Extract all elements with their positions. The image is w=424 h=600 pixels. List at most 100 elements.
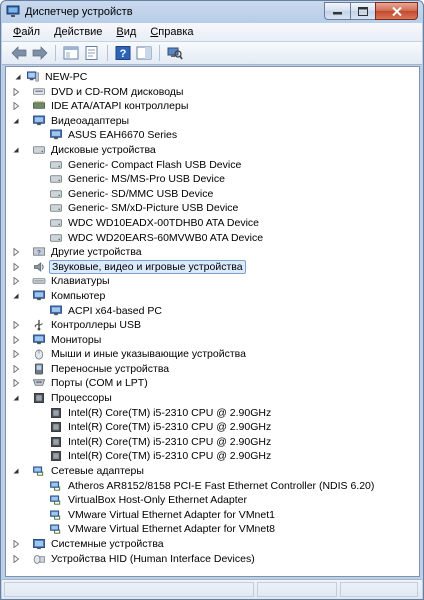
expand-arrow-icon[interactable] <box>12 364 20 373</box>
category-node[interactable]: Сетевые адаптеры <box>6 464 419 479</box>
disk-icon <box>50 190 62 198</box>
category-node[interactable]: IDE ATA/ATAPI контроллеры <box>6 99 419 114</box>
category-node[interactable]: NEW-PC <box>6 70 419 85</box>
tree-node-label: Generic- SM/xD-Picture USB Device <box>68 202 239 215</box>
category-node[interactable]: Звуковые, видео и игровые устройства <box>6 259 419 275</box>
menu-file[interactable]: Файл <box>6 23 47 42</box>
category-node[interactable]: Мыши и иные указывающие устройства <box>6 347 419 362</box>
category-node[interactable]: Видеоадаптеры <box>6 114 419 129</box>
expand-arrow-icon[interactable] <box>12 87 20 96</box>
collapse-arrow-icon[interactable] <box>12 117 20 125</box>
device-node[interactable]: ASUS EAH6670 Series <box>6 128 419 143</box>
category-node[interactable]: Системные устройства <box>6 537 419 552</box>
maximize-button[interactable] <box>350 2 375 20</box>
tree-node-label: Generic- MS/MS-Pro USB Device <box>68 173 225 186</box>
device-node[interactable]: Generic- Compact Flash USB Device <box>6 158 419 173</box>
menu-action[interactable]: Действие <box>47 23 109 42</box>
collapse-arrow-icon[interactable] <box>12 394 20 402</box>
expand-arrow-icon[interactable] <box>12 379 20 388</box>
cpu-icon <box>51 436 61 447</box>
device-tree-panel[interactable]: NEW-PC DVD и CD-ROM дисководы IDE ATA/ATAP… <box>5 66 420 577</box>
device-node[interactable]: WDC WD10EADX-00TDHB0 ATA Device <box>6 216 419 231</box>
menu-view-label: ид <box>123 25 137 38</box>
tree-node-label: ACPI x64-based PC <box>68 304 162 317</box>
category-node[interactable]: ? Другие устройства <box>6 245 419 260</box>
network-icon <box>50 495 61 505</box>
toolbar: ? <box>2 42 422 65</box>
device-node[interactable]: Atheros AR8152/8158 PCI-E Fast Ethernet … <box>6 479 419 494</box>
menu-help[interactable]: Справка <box>143 23 200 42</box>
category-node[interactable]: Порты (COM и LPT) <box>6 376 419 391</box>
expand-arrow-icon[interactable] <box>12 321 20 330</box>
expand-arrow-icon[interactable] <box>12 102 20 111</box>
expand-arrow-icon[interactable] <box>12 248 20 257</box>
category-node[interactable]: Клавиатуры <box>6 274 419 289</box>
collapse-arrow-icon[interactable] <box>12 292 20 300</box>
show-hide-button[interactable] <box>134 44 154 62</box>
category-node[interactable]: Дисковые устройства <box>6 143 419 158</box>
cdrom-icon <box>33 87 45 95</box>
collapse-arrow-icon[interactable] <box>14 73 22 81</box>
back-icon <box>11 46 27 60</box>
svg-text:?: ? <box>37 249 41 256</box>
maximize-icon <box>358 6 368 16</box>
device-node[interactable]: Intel(R) Core(TM) i5-2310 CPU @ 2.90GHz <box>6 420 419 435</box>
device-node[interactable]: Generic- MS/MS-Pro USB Device <box>6 172 419 187</box>
tree-node-label: VMware Virtual Ethernet Adapter for VMne… <box>68 523 275 536</box>
scan-hardware-button[interactable] <box>165 44 185 62</box>
monitor-icon <box>33 290 45 301</box>
device-node[interactable]: Intel(R) Core(TM) i5-2310 CPU @ 2.90GHz <box>6 406 419 421</box>
help-button[interactable]: ? <box>113 44 133 62</box>
category-node[interactable]: Контроллеры USB <box>6 318 419 333</box>
back-button[interactable] <box>9 44 29 62</box>
properties-button[interactable] <box>82 44 102 62</box>
window-title: Диспетчер устройств <box>25 6 133 18</box>
close-button[interactable] <box>375 2 418 20</box>
menu-view[interactable]: Вид <box>109 23 143 42</box>
expand-arrow-icon[interactable] <box>12 262 20 271</box>
category-node[interactable]: Мониторы <box>6 333 419 348</box>
network-icon <box>33 466 44 476</box>
scan-hardware-icon <box>167 47 183 60</box>
tree-node-label: VirtualBox Host-Only Ethernet Adapter <box>68 494 247 507</box>
tree-node-label: Intel(R) Core(TM) i5-2310 CPU @ 2.90GHz <box>68 421 272 434</box>
cpu-icon <box>34 393 44 404</box>
device-node[interactable]: Intel(R) Core(TM) i5-2310 CPU @ 2.90GHz <box>6 449 419 464</box>
expand-arrow-icon[interactable] <box>12 554 20 563</box>
close-icon <box>391 6 402 16</box>
menu-view-accesskey: В <box>116 25 124 38</box>
category-node[interactable]: DVD и CD-ROM дисководы <box>6 85 419 100</box>
expand-arrow-icon[interactable] <box>12 350 20 359</box>
device-node[interactable]: VMware Virtual Ethernet Adapter for VMne… <box>6 522 419 537</box>
expand-arrow-icon[interactable] <box>12 335 20 344</box>
device-node[interactable]: ACPI x64-based PC <box>6 304 419 319</box>
console-tree-button[interactable] <box>61 44 81 62</box>
device-node[interactable]: WDC WD20EARS-60MVWB0 ATA Device <box>6 231 419 246</box>
minimize-button[interactable] <box>324 2 350 20</box>
show-hide-icon <box>136 46 152 60</box>
category-node[interactable]: Переносные устройства <box>6 362 419 377</box>
title-bar[interactable]: Диспетчер устройств <box>1 1 423 23</box>
category-node[interactable]: Компьютер <box>6 289 419 304</box>
device-node[interactable]: VMware Virtual Ethernet Adapter for VMne… <box>6 508 419 523</box>
svg-text:?: ? <box>120 48 127 60</box>
device-node[interactable]: Generic- SM/xD-Picture USB Device <box>6 201 419 216</box>
computer-icon <box>26 71 39 82</box>
tree-node-label: Intel(R) Core(TM) i5-2310 CPU @ 2.90GHz <box>68 450 272 463</box>
forward-button[interactable] <box>30 44 50 62</box>
device-node[interactable]: VirtualBox Host-Only Ethernet Adapter <box>6 493 419 508</box>
tree-node-label: Компьютер <box>51 289 106 302</box>
device-node[interactable]: Generic- SD/MMC USB Device <box>6 187 419 202</box>
category-node[interactable]: Процессоры <box>6 391 419 406</box>
expand-arrow-icon[interactable] <box>12 277 20 286</box>
device-manager-window: Диспетчер устройств Файл Действие Вид Сп… <box>0 0 424 600</box>
toolbar-separator <box>107 45 108 61</box>
device-node[interactable]: Intel(R) Core(TM) i5-2310 CPU @ 2.90GHz <box>6 435 419 450</box>
collapse-arrow-icon[interactable] <box>12 467 20 475</box>
tree-node-label: WDC WD10EADX-00TDHB0 ATA Device <box>68 216 259 229</box>
tree-node-label: Переносные устройства <box>51 362 170 375</box>
category-node[interactable]: Устройства HID (Human Interface Devices) <box>6 552 419 567</box>
expand-arrow-icon[interactable] <box>12 540 20 548</box>
collapse-arrow-icon[interactable] <box>12 146 20 154</box>
tree-node-label: Generic- Compact Flash USB Device <box>68 158 242 171</box>
